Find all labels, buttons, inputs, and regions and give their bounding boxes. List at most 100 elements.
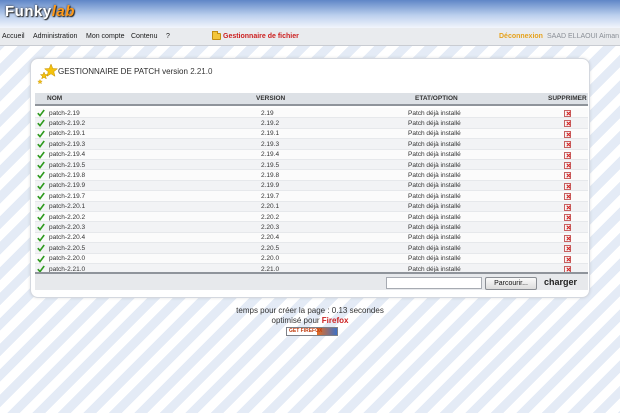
patch-state: Patch déjà installé bbox=[408, 255, 461, 263]
patch-version: 2.19.5 bbox=[261, 161, 280, 169]
table-row: patch-2.20.0 2.20.0 Patch déjà installé bbox=[35, 253, 588, 264]
check-icon bbox=[37, 192, 45, 201]
patch-version: 2.20.1 bbox=[261, 203, 280, 211]
patch-version: 2.19.2 bbox=[261, 119, 280, 127]
delete-icon[interactable] bbox=[564, 255, 571, 263]
patch-name: patch-2.20.0 bbox=[49, 255, 86, 263]
table-row: patch-2.20.2 2.20.2 Patch déjà installé bbox=[35, 212, 588, 223]
optimized-text: optimisé pour bbox=[271, 316, 320, 325]
nav-accueil[interactable]: Accueil bbox=[2, 33, 25, 40]
check-icon bbox=[37, 244, 45, 253]
logo-text: Funky bbox=[5, 3, 52, 20]
patch-state: Patch déjà installé bbox=[408, 151, 461, 159]
patch-name: patch-2.19.7 bbox=[49, 192, 86, 200]
patch-state: Patch déjà installé bbox=[408, 203, 461, 211]
patch-version: 2.19.3 bbox=[261, 140, 280, 148]
delete-icon[interactable] bbox=[564, 182, 571, 190]
delete-icon[interactable] bbox=[564, 172, 571, 180]
delete-icon[interactable] bbox=[564, 234, 571, 242]
col-version: VERSION bbox=[256, 95, 286, 102]
stars-icon bbox=[37, 63, 59, 85]
patch-version: 2.20.3 bbox=[261, 223, 280, 231]
delete-icon[interactable] bbox=[564, 214, 571, 221]
page-timing: temps pour créer la page : 0.13 secondes bbox=[236, 306, 384, 315]
table-row: patch-2.19.4 2.19.4 Patch déjà installé bbox=[35, 149, 588, 160]
table-row: patch-2.19.1 2.19.1 Patch déjà installé bbox=[35, 128, 588, 140]
patch-manager-panel: GESTIONNAIRE DE PATCH version 2.21.0 NOM… bbox=[30, 58, 590, 298]
upload-button[interactable]: charger bbox=[544, 277, 577, 287]
table-row: patch-2.19 2.19 Patch déjà installé bbox=[35, 108, 588, 119]
delete-icon[interactable] bbox=[564, 110, 571, 117]
patch-name: patch-2.20.3 bbox=[49, 223, 86, 231]
check-icon bbox=[37, 130, 45, 138]
nav-mon-compte[interactable]: Mon compte bbox=[86, 33, 125, 40]
patch-state: Patch déjà installé bbox=[408, 140, 461, 148]
patch-state: Patch déjà installé bbox=[408, 223, 461, 231]
patch-name: patch-2.19.2 bbox=[49, 119, 86, 127]
col-state: ETAT/OPTION bbox=[415, 95, 458, 102]
delete-icon[interactable] bbox=[564, 130, 571, 138]
patch-state: Patch déjà installé bbox=[408, 234, 461, 242]
panel-title-text: GESTIONNAIRE DE PATCH version bbox=[58, 67, 188, 76]
file-path-input[interactable] bbox=[386, 277, 482, 289]
patch-version: 2.19.4 bbox=[261, 151, 280, 159]
patch-version: 2.20.4 bbox=[261, 234, 280, 242]
check-icon bbox=[37, 171, 45, 180]
top-banner: Funkylab bbox=[0, 0, 620, 28]
table-row: patch-2.20.5 2.20.5 Patch déjà installé bbox=[35, 243, 588, 254]
firefox-link[interactable]: Firefox bbox=[322, 316, 349, 325]
patch-state: Patch déjà installé bbox=[408, 109, 461, 117]
delete-icon[interactable] bbox=[564, 120, 571, 128]
patch-state: Patch déjà installé bbox=[408, 119, 461, 127]
col-delete: SUPPRIMER bbox=[548, 95, 587, 102]
nav-administration[interactable]: Administration bbox=[33, 33, 77, 40]
patch-name: patch-2.19.1 bbox=[49, 130, 86, 138]
file-manager-link[interactable]: Gestionnaire de fichier bbox=[223, 33, 299, 40]
patch-name: patch-2.19.8 bbox=[49, 171, 86, 179]
funkylab-logo[interactable]: Funkylab bbox=[5, 3, 75, 23]
delete-icon[interactable] bbox=[564, 141, 571, 149]
delete-icon[interactable] bbox=[564, 151, 571, 159]
nav-help[interactable]: ? bbox=[166, 33, 170, 40]
table-row: patch-2.20.4 2.20.4 Patch déjà installé bbox=[35, 232, 588, 244]
delete-icon[interactable] bbox=[564, 203, 571, 211]
get-firefox-badge[interactable]: GET FIREFOX bbox=[286, 327, 338, 336]
logo-accent-text: lab bbox=[51, 3, 75, 20]
col-name: NOM bbox=[47, 95, 63, 102]
delete-icon[interactable] bbox=[564, 245, 571, 253]
browse-button[interactable]: Parcourir... bbox=[485, 277, 537, 290]
patch-state: Patch déjà installé bbox=[408, 161, 461, 169]
patch-name: patch-2.19.9 bbox=[49, 182, 86, 190]
folder-icon bbox=[212, 31, 221, 40]
check-icon bbox=[37, 203, 45, 211]
table-row: patch-2.19.8 2.19.8 Patch déjà installé bbox=[35, 170, 588, 181]
check-icon bbox=[37, 161, 45, 169]
patch-version: 2.19.9 bbox=[261, 182, 280, 190]
check-icon bbox=[37, 140, 45, 149]
patch-state: Patch déjà installé bbox=[408, 213, 461, 221]
check-icon bbox=[37, 255, 45, 263]
logout-link[interactable]: Déconnexion bbox=[499, 33, 543, 40]
patch-name: patch-2.19.5 bbox=[49, 161, 86, 169]
upload-bar: Parcourir... charger bbox=[35, 272, 588, 290]
patch-name: patch-2.20.2 bbox=[49, 213, 86, 221]
check-icon bbox=[37, 119, 45, 128]
delete-icon[interactable] bbox=[564, 162, 571, 169]
delete-icon[interactable] bbox=[564, 193, 571, 201]
patch-state: Patch déjà installé bbox=[408, 192, 461, 200]
patch-version: 2.19.8 bbox=[261, 171, 280, 179]
patch-state: Patch déjà installé bbox=[408, 244, 461, 252]
patch-version: 2.20.2 bbox=[261, 213, 280, 221]
table-header: NOM VERSION ETAT/OPTION SUPPRIMER bbox=[35, 93, 588, 106]
patch-version: 2.19.1 bbox=[261, 130, 280, 138]
patch-name: patch-2.19.4 bbox=[49, 151, 86, 159]
panel-version: 2.21.0 bbox=[190, 67, 213, 76]
check-icon bbox=[37, 234, 45, 242]
panel-title: GESTIONNAIRE DE PATCH version 2.21.0 bbox=[58, 67, 212, 76]
patch-version: 2.19 bbox=[261, 109, 274, 117]
patch-name: patch-2.20.1 bbox=[49, 203, 86, 211]
patch-state: Patch déjà installé bbox=[408, 182, 461, 190]
nav-contenu[interactable]: Contenu bbox=[131, 33, 157, 40]
delete-icon[interactable] bbox=[564, 224, 571, 232]
optimized-line: optimisé pour Firefox bbox=[0, 316, 620, 325]
